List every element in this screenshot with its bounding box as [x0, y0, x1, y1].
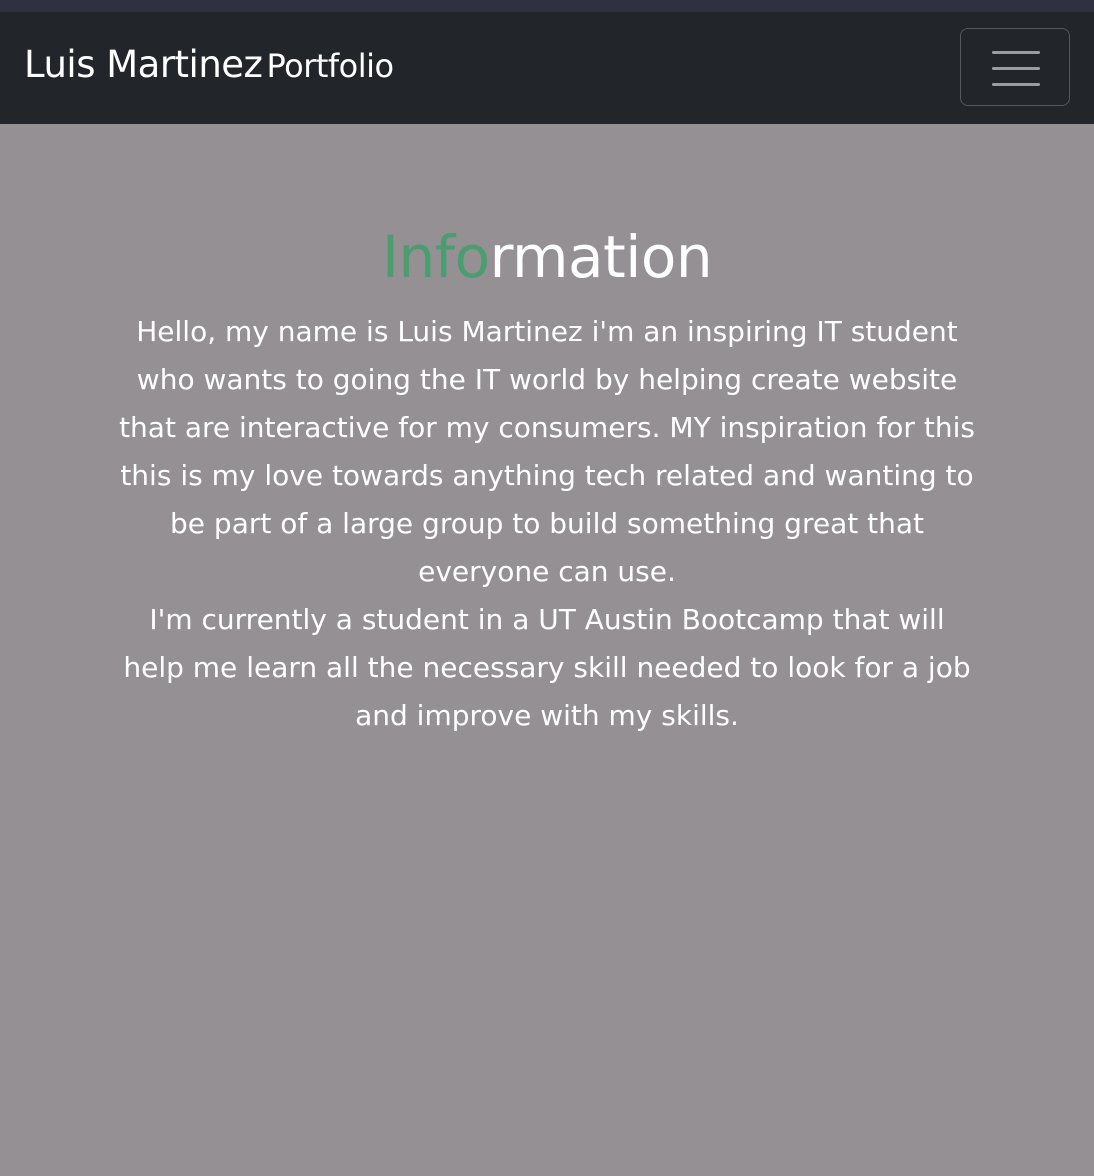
page-title-accent: Info: [381, 223, 490, 291]
main-content: Information Hello, my name is Luis Marti…: [0, 124, 1094, 740]
about-paragraph-bootcamp: I'm currently a student in a UT Austin B…: [123, 602, 971, 732]
navbar-toggler-button[interactable]: [960, 28, 1070, 106]
about-text: Hello, my name is Luis Martinez i'm an i…: [117, 308, 977, 740]
window-top-strip: [0, 0, 1094, 12]
brand-subtitle: Portfolio: [266, 47, 394, 85]
about-paragraph-intro: Hello, my name is Luis Martinez i'm an i…: [119, 314, 975, 588]
brand-name: Luis Martinez: [24, 43, 263, 86]
navbar-brand-link[interactable]: Luis Martinez Portfolio: [24, 46, 394, 83]
page-title-rest: rmation: [489, 223, 713, 291]
page-title: Information: [0, 223, 1094, 291]
hamburger-menu-icon: [992, 51, 1040, 86]
navbar: Luis Martinez Portfolio: [0, 12, 1094, 124]
